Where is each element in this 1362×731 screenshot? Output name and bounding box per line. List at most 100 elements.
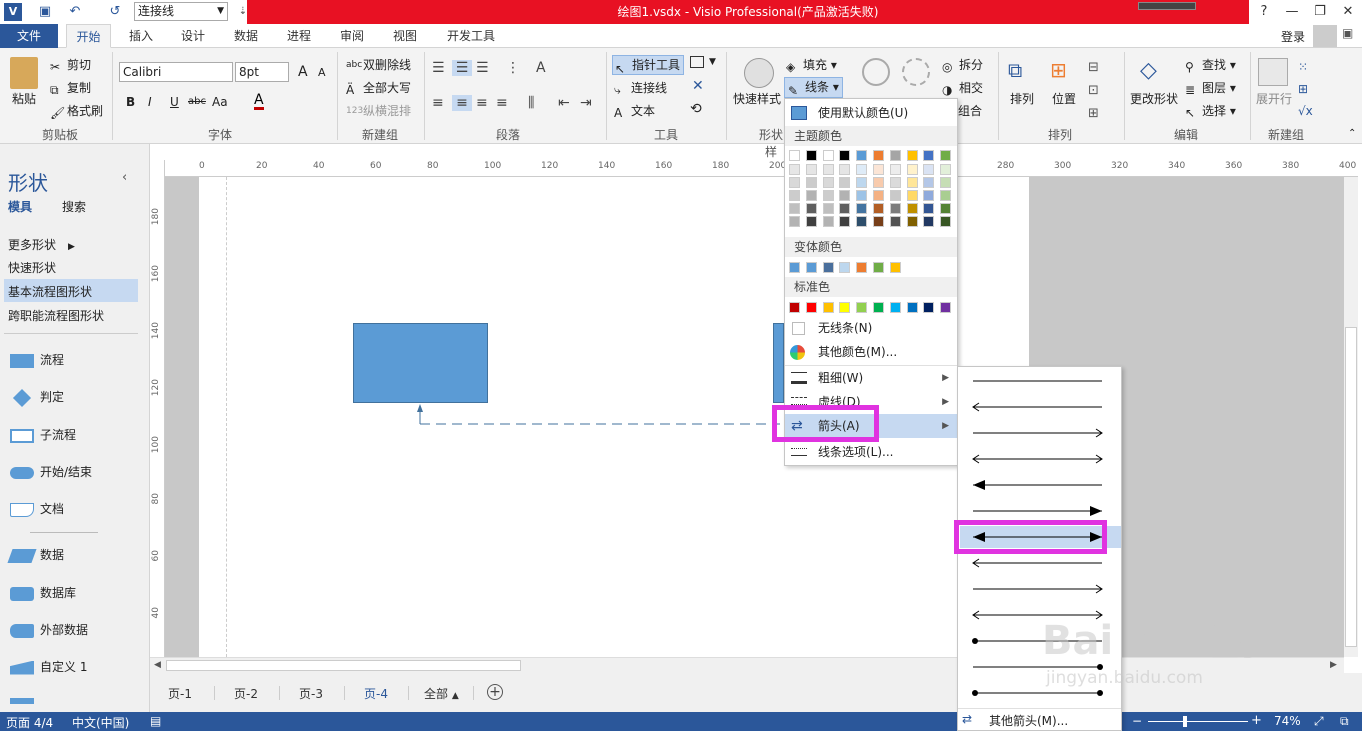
arrow-style-option[interactable] — [973, 584, 1103, 594]
close-button[interactable]: ✕ — [1334, 0, 1362, 24]
stencil-terminator[interactable]: 开始/结束 — [10, 462, 92, 482]
tab-file[interactable]: 文件 — [0, 24, 58, 48]
color-swatch[interactable] — [822, 177, 834, 188]
switch-windows-icon[interactable]: ⧉ — [1340, 714, 1349, 729]
restore-button[interactable]: ❐ — [1306, 0, 1334, 24]
language-indicator[interactable]: 中文(中国) — [72, 714, 129, 731]
zoom-out-icon[interactable]: − — [1132, 714, 1142, 728]
grow-font-button[interactable]: A — [298, 64, 308, 80]
page-tab-3[interactable]: 页-3 — [299, 685, 323, 702]
color-swatch[interactable] — [906, 150, 918, 161]
position-icon[interactable]: ⊞ — [1050, 58, 1076, 86]
all-caps-button[interactable]: Ä 全部大写 — [346, 79, 411, 97]
variant-color-row[interactable] — [789, 262, 955, 275]
text-direction-icon[interactable]: A — [536, 60, 546, 76]
color-swatch[interactable] — [906, 203, 918, 214]
stencil-custom-1[interactable]: 自定义 1 — [10, 657, 87, 677]
show-row-button[interactable]: 展开行 — [1256, 90, 1292, 107]
arrow-style-option[interactable] — [972, 454, 1103, 464]
color-swatch[interactable] — [805, 177, 817, 188]
color-swatch[interactable] — [873, 164, 884, 175]
align-left-icon[interactable]: ≡ — [432, 95, 444, 111]
chevron-down-icon[interactable]: ▼ — [709, 57, 716, 67]
color-swatch[interactable] — [789, 216, 800, 227]
scrollbar-thumb[interactable] — [166, 660, 521, 671]
color-swatch[interactable] — [873, 302, 884, 313]
zoom-slider[interactable] — [1148, 721, 1248, 722]
color-swatch[interactable] — [789, 190, 800, 201]
double-strike-button[interactable]: abc双删除线 — [346, 56, 411, 73]
redo-icon[interactable]: ↺ — [106, 3, 124, 21]
color-swatch[interactable] — [889, 190, 901, 201]
color-swatch[interactable] — [805, 216, 817, 227]
color-swatch[interactable] — [789, 164, 800, 175]
arrow-style-option[interactable] — [972, 690, 1103, 696]
font-size-combo[interactable]: 8pt — [235, 62, 289, 82]
shrink-font-button[interactable]: A — [318, 66, 326, 79]
color-swatch[interactable] — [906, 177, 918, 188]
change-shape-icon[interactable]: ◇ — [1140, 58, 1168, 86]
theme-color-grid[interactable] — [789, 150, 955, 234]
color-swatch[interactable] — [822, 190, 834, 201]
color-swatch[interactable] — [906, 216, 918, 227]
union-icon[interactable] — [862, 58, 890, 86]
paragraph-buttons[interactable]: ☰ ☰ ☰ ⋮ A ≡ ≡ ≡ ≡ ⫼ ⇤ ⇥ — [432, 60, 602, 120]
shape-combo[interactable]: 连接线 ▼ — [134, 2, 228, 21]
align-middle-icon[interactable]: ☰ — [452, 60, 472, 76]
arrow-style-option[interactable] — [972, 402, 1102, 412]
order-button[interactable]: 排列 — [1010, 90, 1034, 107]
color-swatch[interactable] — [940, 177, 952, 188]
color-swatch[interactable] — [889, 203, 901, 214]
color-swatch[interactable] — [805, 164, 817, 175]
color-swatch[interactable] — [822, 203, 834, 214]
quick-shapes-item[interactable]: 快速形状 — [8, 259, 56, 276]
color-swatch[interactable] — [923, 150, 935, 161]
paste-button[interactable]: 粘贴 — [12, 90, 36, 107]
stencil-more[interactable] — [10, 694, 40, 704]
vertical-text-button[interactable]: 123纵横混排 — [346, 102, 411, 119]
arrow-style-option[interactable] — [973, 428, 1103, 438]
show-row-icon[interactable] — [1258, 58, 1288, 86]
fragment-icon[interactable] — [902, 58, 930, 86]
all-pages-button[interactable]: 全部 ▲ — [424, 685, 459, 702]
stencil-process[interactable]: 流程 — [10, 350, 64, 370]
color-swatch[interactable] — [839, 302, 851, 313]
change-case-button[interactable]: Aa — [212, 95, 228, 109]
page-tab-4[interactable]: 页-4 — [364, 685, 388, 702]
minimize-button[interactable]: — — [1278, 0, 1306, 24]
color-swatch[interactable] — [822, 302, 834, 313]
ribbon-display-icon[interactable]: ▣ — [1342, 26, 1353, 40]
stencil-external-data[interactable]: 外部数据 — [10, 620, 88, 640]
color-swatch[interactable] — [889, 262, 901, 273]
more-arrows-item[interactable]: 其他箭头(M)... — [989, 712, 1068, 729]
find-button[interactable]: ⚲ 查找 ▾ — [1185, 56, 1236, 74]
color-swatch[interactable] — [906, 190, 918, 201]
color-swatch[interactable] — [856, 203, 868, 214]
no-line-item[interactable]: 无线条(N) — [785, 316, 957, 340]
connector-tool-button[interactable]: ⤷ 连接线 — [614, 79, 667, 97]
font-color-button[interactable]: A — [254, 93, 264, 110]
tab-developer[interactable]: 开发工具 — [440, 24, 502, 48]
process-shape[interactable] — [773, 323, 784, 403]
color-swatch[interactable] — [789, 302, 800, 313]
align-center-icon[interactable]: ≡ — [452, 95, 472, 111]
color-swatch[interactable] — [923, 302, 935, 313]
connector-line[interactable] — [410, 402, 790, 432]
color-swatch[interactable] — [839, 216, 851, 227]
tab-view[interactable]: 视图 — [384, 24, 426, 48]
color-swatch[interactable] — [805, 150, 817, 161]
connection-point-icon[interactable]: ⟲ — [690, 101, 702, 117]
tab-process[interactable]: 进程 — [278, 24, 320, 48]
color-swatch[interactable] — [856, 262, 868, 273]
rectangle-tool-icon[interactable] — [690, 56, 704, 68]
page-tab-1[interactable]: 页-1 — [168, 685, 192, 702]
color-swatch[interactable] — [923, 177, 935, 188]
intersect-button[interactable]: ◑ 相交 — [942, 79, 983, 97]
vertical-align-icon[interactable]: ⫼ — [528, 95, 534, 111]
split-button[interactable]: ◎ 拆分 — [942, 56, 983, 74]
color-swatch[interactable] — [822, 150, 834, 161]
color-swatch[interactable] — [873, 150, 884, 161]
color-swatch[interactable] — [805, 262, 817, 273]
arrow-style-option[interactable] — [973, 480, 1102, 490]
format-painter-button[interactable]: 🖌 格式刷 — [50, 102, 103, 120]
